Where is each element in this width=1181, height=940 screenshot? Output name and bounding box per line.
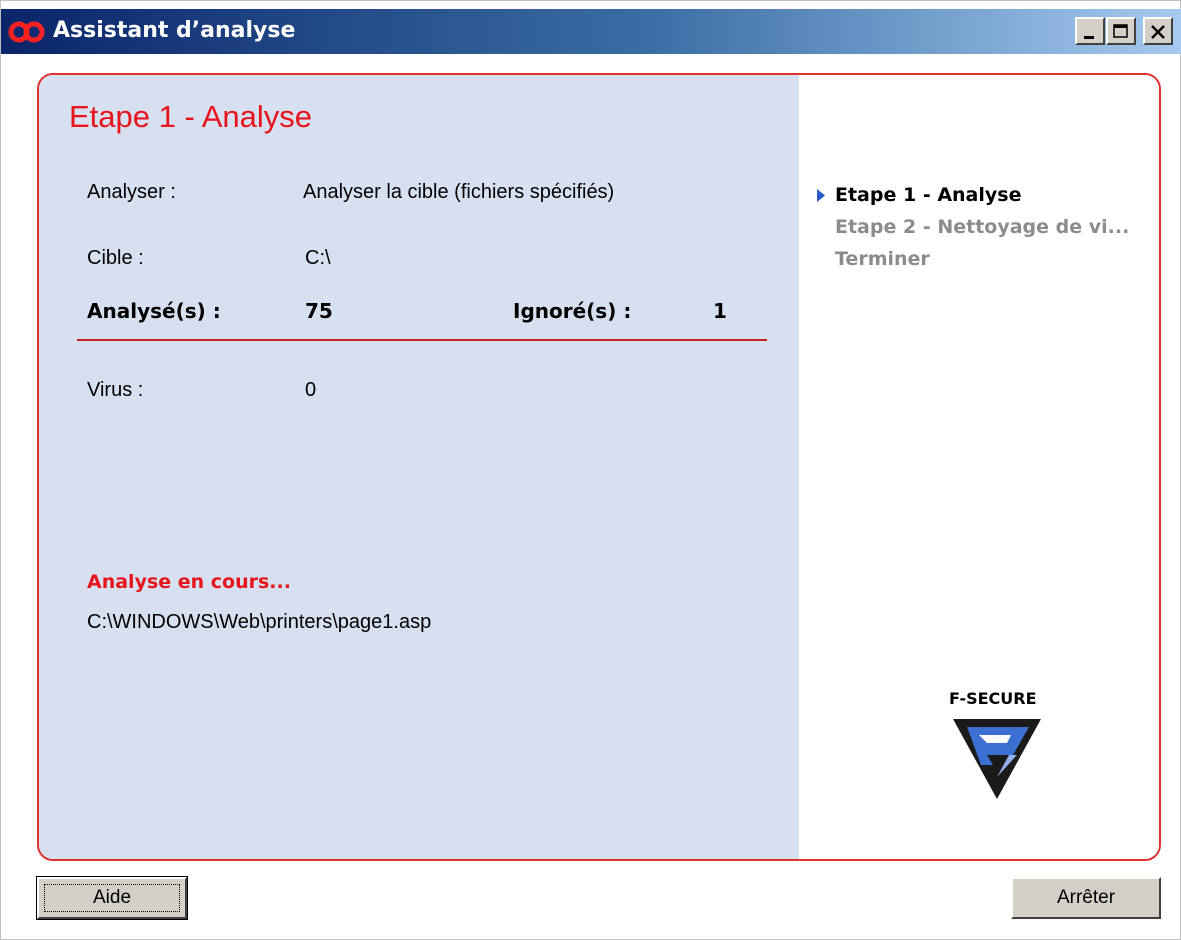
- virus-label: Virus :: [87, 379, 144, 401]
- cible-value: C:\: [305, 247, 331, 269]
- virus-count: 0: [305, 379, 317, 401]
- close-icon: [1151, 25, 1165, 39]
- step-item-terminer: Terminer: [817, 243, 1129, 275]
- counts-divider: [77, 339, 767, 341]
- maximize-icon: [1113, 24, 1128, 38]
- cible-label: Cible :: [87, 247, 144, 269]
- scan-status-title: Analyse en cours...: [87, 571, 291, 593]
- wizard-frame: Etape 1 - Analyse Analyser : Analyser la…: [37, 73, 1161, 861]
- step-label: Etape 2 - Nettoyage de vi...: [835, 216, 1130, 238]
- stop-button[interactable]: Arrêter: [1011, 877, 1161, 919]
- analyses-label: Analysé(s) :: [87, 299, 221, 323]
- scan-details-panel: Etape 1 - Analyse Analyser : Analyser la…: [39, 75, 799, 859]
- minimize-button[interactable]: [1075, 17, 1105, 45]
- window-title: Assistant d’analyse: [53, 18, 296, 43]
- focus-rectangle: [44, 884, 180, 912]
- step-label: Terminer: [835, 248, 930, 270]
- logo-text: F-SECURE: [949, 689, 1037, 708]
- f-secure-logo: F-SECURE: [949, 689, 1059, 809]
- help-button[interactable]: Aide: [36, 876, 188, 920]
- ignores-count: 1: [713, 299, 727, 323]
- wizard-steps-list: Etape 1 - Analyse Etape 2 - Nettoyage de…: [817, 179, 1129, 275]
- steps-panel: Etape 1 - Analyse Etape 2 - Nettoyage de…: [799, 75, 1159, 859]
- step-item-nettoyage: Etape 2 - Nettoyage de vi...: [817, 211, 1129, 243]
- current-step-arrow-icon: [817, 189, 825, 202]
- step-label: Etape 1 - Analyse: [835, 184, 1022, 206]
- scan-wizard-window: Assistant d’analyse Etape 1 - Analyse An…: [0, 0, 1181, 940]
- analyser-value: Analyser la cible (fichiers spécifiés): [303, 181, 615, 203]
- step-title: Etape 1 - Analyse: [69, 99, 312, 134]
- step-item-analyse: Etape 1 - Analyse: [817, 179, 1129, 211]
- analyses-count: 75: [305, 299, 333, 323]
- title-bar[interactable]: Assistant d’analyse: [1, 9, 1181, 54]
- ignores-label: Ignoré(s) :: [513, 299, 632, 323]
- close-button[interactable]: [1143, 17, 1173, 45]
- minimize-icon: [1084, 36, 1094, 39]
- analyser-label: Analyser :: [87, 181, 176, 203]
- maximize-button[interactable]: [1106, 17, 1136, 45]
- f-secure-logo-icon: [953, 719, 1041, 799]
- f-secure-app-icon: [8, 21, 45, 43]
- current-file-path: C:\WINDOWS\Web\printers\page1.asp: [87, 611, 432, 633]
- stop-button-label: Arrêter: [1056, 887, 1116, 908]
